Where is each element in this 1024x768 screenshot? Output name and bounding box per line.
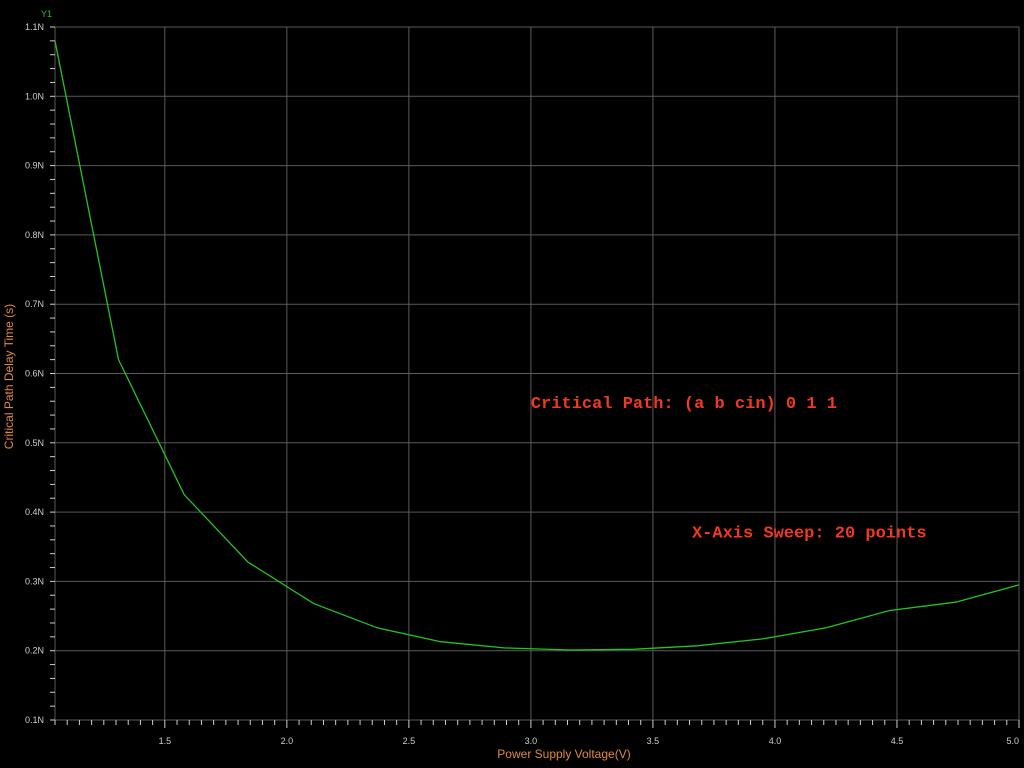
- x-tick-label: 2.5: [403, 736, 416, 746]
- y-tick-label: 0.8N: [25, 230, 44, 240]
- y-tick-label: 0.2N: [25, 646, 44, 656]
- x-tick-label: 2.0: [281, 736, 294, 746]
- x-tick-label: 5.0: [1006, 736, 1019, 746]
- delay-vs-voltage-chart: 1.5 2.0 2.5 3.0 3.5 4.0 4.5 5.0 0.1N 0.2N 0.3N 0.4N…: [0, 0, 1024, 768]
- x-tick-label: 3.5: [647, 736, 660, 746]
- y-tick-label: 0.9N: [25, 161, 44, 171]
- x-axis-title: Power Supply Voltage(V): [497, 747, 630, 761]
- annotation-text: X-Axis Sweep: 20 points: [692, 525, 927, 544]
- x-tick-label: 4.5: [891, 736, 904, 746]
- x-tick-label: 4.0: [769, 736, 782, 746]
- y-tick-label: 0.3N: [25, 576, 44, 586]
- y-tick-label: 1.1N: [25, 22, 44, 32]
- annotation-text: Critical Path: (a b cin) 0 1 1: [531, 395, 837, 414]
- y-tick-label: 0.7N: [25, 299, 44, 309]
- y-tick-label: 0.4N: [25, 507, 44, 517]
- x-tick-label: 3.0: [525, 736, 538, 746]
- y-axis-title: Critical Path Delay Time (s): [2, 304, 16, 449]
- x-tick-label: 1.5: [159, 736, 172, 746]
- chart-background: [0, 0, 1024, 768]
- series-name-tag: Y1: [41, 9, 52, 19]
- y-tick-label: 0.5N: [25, 438, 44, 448]
- y-tick-label: 0.1N: [25, 715, 44, 725]
- y-tick-label: 1.0N: [25, 91, 44, 101]
- y-tick-label: 0.6N: [25, 369, 44, 379]
